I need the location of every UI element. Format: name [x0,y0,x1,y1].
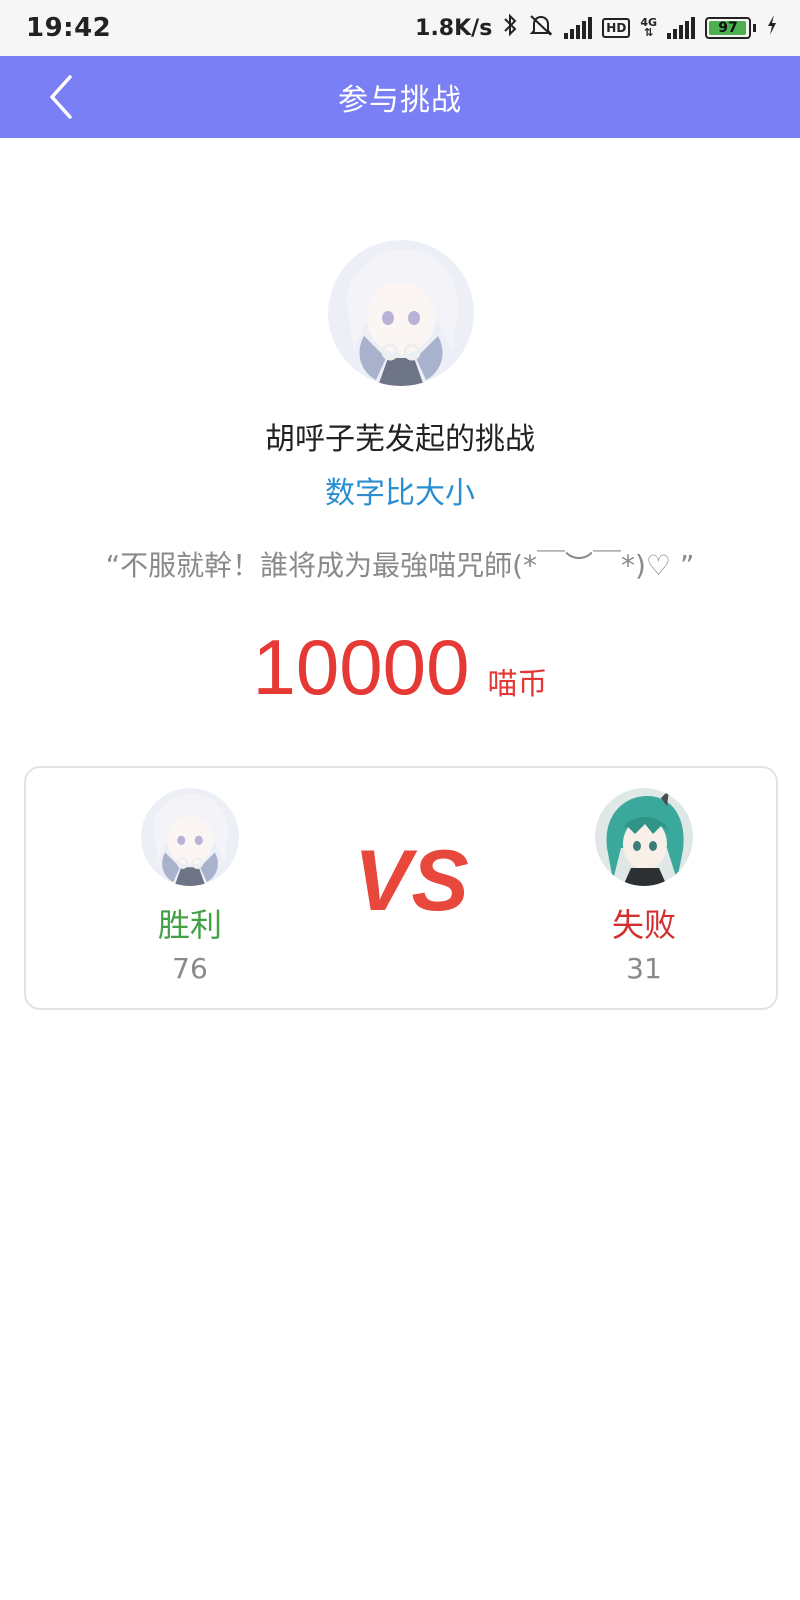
battery-level: 97 [718,20,738,36]
player-right: 失败 31 [574,788,714,985]
signal-icon [564,17,593,39]
signal-icon-2 [667,17,695,39]
prize-amount: 10000 [252,623,470,711]
challenge-quote: “不服就幹！誰将成为最強喵咒師(*￣︶￣*)♡ ” [105,549,695,582]
vs-text: VS [354,833,468,928]
prize-unit: 喵币 [487,667,548,702]
game-type[interactable]: 数字比大小 [0,468,800,512]
prize: 10000 喵币 [0,628,800,706]
player-left-result: 胜利 [157,906,222,944]
chevron-left-icon [50,75,72,119]
network-type: 4G ⇅ [640,17,657,39]
mute-bell-icon [528,13,554,43]
status-icons: 1.8K/s HD 4G ⇅ 97 [415,13,778,43]
vs-mark: VS [348,828,469,929]
player-left-avatar[interactable] [141,788,239,886]
hd-badge: HD [602,18,631,38]
charging-icon [766,14,778,42]
bluetooth-icon [502,13,518,43]
status-time: 19:42 [26,13,112,43]
back-button[interactable] [36,72,86,122]
player-left: 胜利 76 [120,788,260,985]
network-speed: 1.8K/s [415,15,493,41]
initiator-avatar [328,240,474,386]
app-bar: 参与挑战 [0,56,800,138]
versus-card: 胜利 76 VS 失败 31 [24,766,778,1010]
page-title: 参与挑战 [338,83,462,118]
battery-icon: 97 [705,17,751,39]
player-left-score: 76 [172,952,208,985]
battery-tip [753,24,756,32]
status-bar: 19:42 1.8K/s HD 4G ⇅ 97 [0,0,800,56]
data-arrows-icon: ⇅ [644,26,654,39]
player-right-result: 失败 [611,906,676,944]
challenge-initiator: 胡呼子芜发起的挑战 [265,422,535,457]
player-right-avatar[interactable] [595,788,693,886]
player-right-score: 31 [626,952,662,985]
